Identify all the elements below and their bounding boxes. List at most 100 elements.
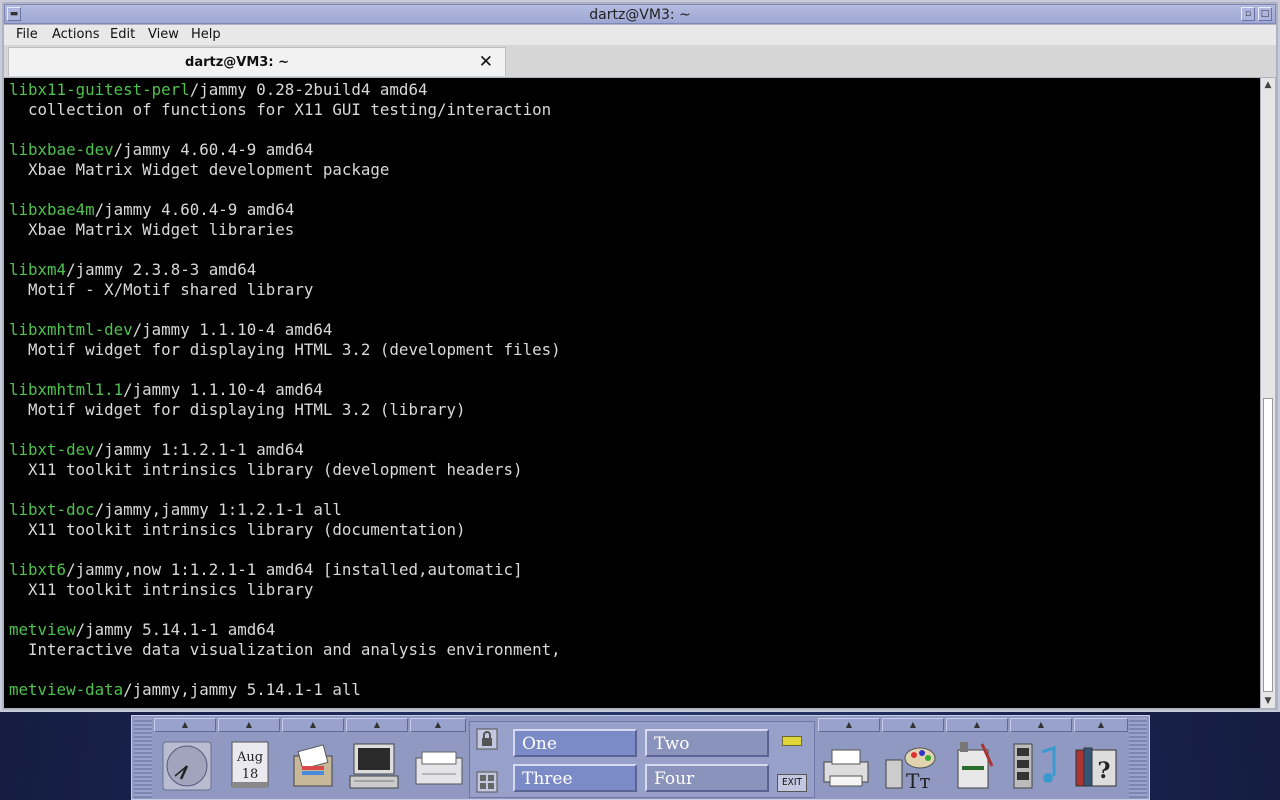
window-titlebar[interactable]: ▬ dartz@VM3: ~ ▫ □ bbox=[4, 4, 1276, 24]
terminal-line: libxt-doc/jammy,jammy 1:1.2.1-1 all bbox=[9, 500, 561, 520]
package-name: libxmhtml1.1 bbox=[9, 380, 124, 399]
line-text: /jammy 4.60.4-9 amd64 bbox=[94, 200, 295, 219]
package-name: metview bbox=[9, 620, 76, 639]
occupy-workspace-icon[interactable] bbox=[476, 771, 498, 793]
line-text bbox=[9, 480, 19, 499]
calendar-icon[interactable]: Aug 18 bbox=[224, 736, 280, 796]
terminal-line: Motif widget for displaying HTML 3.2 (li… bbox=[9, 400, 561, 420]
svg-text:Tт: Tт bbox=[906, 769, 930, 793]
subpanel-arrow-clock[interactable]: ▲ bbox=[154, 718, 216, 732]
terminal-line: Xbae Matrix Widget libraries bbox=[9, 220, 561, 240]
line-text: Interactive data visualization and analy… bbox=[9, 640, 561, 659]
workspace-two-button[interactable]: Two bbox=[645, 729, 769, 757]
subpanel-arrow-printer[interactable]: ▲ bbox=[818, 718, 880, 732]
menu-edit[interactable]: Edit bbox=[110, 27, 135, 42]
menu-actions[interactable]: Actions bbox=[52, 27, 100, 42]
subpanel-arrow-help[interactable]: ▲ bbox=[1074, 718, 1128, 732]
terminal-line bbox=[9, 240, 561, 260]
clock-icon[interactable] bbox=[160, 736, 216, 796]
busy-light-icon bbox=[782, 736, 802, 746]
printer-icon[interactable] bbox=[822, 736, 878, 796]
maximize-button[interactable]: □ bbox=[1258, 7, 1272, 21]
terminal-output[interactable]: libx11-guitest-perl/jammy 0.28-2build4 a… bbox=[4, 78, 1260, 708]
help-manager-icon[interactable]: ? bbox=[1072, 736, 1128, 796]
subpanel-arrow-mail[interactable]: ▲ bbox=[410, 718, 466, 732]
package-name: libx11-guitest-perl bbox=[9, 80, 190, 99]
scroll-down-arrow-icon[interactable]: ▼ bbox=[1261, 694, 1275, 708]
calendar-month: Aug bbox=[236, 750, 263, 765]
panel-left-handle[interactable] bbox=[134, 718, 152, 798]
line-text: /jammy 4.60.4-9 amd64 bbox=[113, 140, 314, 159]
line-text: /jammy 5.14.1-1 amd64 bbox=[75, 620, 276, 639]
package-name: libxt6 bbox=[9, 560, 67, 579]
lock-icon[interactable] bbox=[476, 728, 498, 750]
media-player-icon[interactable] bbox=[1010, 736, 1066, 796]
exit-button[interactable]: EXIT bbox=[777, 774, 807, 792]
menu-file[interactable]: File bbox=[16, 27, 38, 42]
subpanel-arrow-files[interactable]: ▲ bbox=[282, 718, 344, 732]
scroll-up-arrow-icon[interactable]: ▲ bbox=[1261, 78, 1275, 92]
line-text bbox=[9, 300, 19, 319]
terminal-line: X11 toolkit intrinsics library bbox=[9, 580, 561, 600]
mailer-icon[interactable] bbox=[414, 736, 470, 796]
workspace-three-button[interactable]: Three bbox=[513, 764, 637, 792]
package-name: libxm4 bbox=[9, 260, 67, 279]
line-text: /jammy 1:1.2.1-1 amd64 bbox=[94, 440, 304, 459]
line-text: /jammy,jammy 5.14.1-1 all bbox=[123, 680, 361, 699]
terminal-line: Motif - X/Motif shared library bbox=[9, 280, 561, 300]
workspace-four-button[interactable]: Four bbox=[645, 764, 769, 792]
terminal-line bbox=[9, 660, 561, 680]
line-text: /jammy 0.28-2build4 amd64 bbox=[189, 80, 428, 99]
terminal-line: Interactive data visualization and analy… bbox=[9, 640, 561, 660]
terminal-line: libxm4/jammy 2.3.8-3 amd64 bbox=[9, 260, 561, 280]
calendar-day: 18 bbox=[242, 767, 259, 782]
line-text: X11 toolkit intrinsics library bbox=[9, 580, 314, 599]
workspace-one-button[interactable]: One bbox=[513, 729, 637, 757]
terminal-line: collection of functions for X11 GUI test… bbox=[9, 100, 561, 120]
line-text: /jammy 2.3.8-3 amd64 bbox=[66, 260, 257, 279]
scroll-thumb[interactable] bbox=[1263, 398, 1273, 692]
terminal-line: X11 toolkit intrinsics library (developm… bbox=[9, 460, 561, 480]
package-name: libxt-dev bbox=[9, 440, 95, 459]
line-text: /jammy 1.1.10-4 amd64 bbox=[123, 380, 323, 399]
style-manager-icon[interactable]: Tт bbox=[884, 736, 940, 796]
package-name: metview-data bbox=[9, 680, 124, 699]
terminal-line bbox=[9, 300, 561, 320]
text-editor-icon[interactable] bbox=[948, 736, 1004, 796]
terminal-line bbox=[9, 180, 561, 200]
line-text: collection of functions for X11 GUI test… bbox=[9, 100, 552, 119]
terminal-line bbox=[9, 480, 561, 500]
package-name: libxbae-dev bbox=[9, 140, 114, 159]
file-manager-icon[interactable] bbox=[286, 736, 342, 796]
subpanel-arrow-style[interactable]: ▲ bbox=[882, 718, 944, 732]
line-text: Motif - X/Motif shared library bbox=[9, 280, 314, 299]
terminal-computer-icon[interactable] bbox=[348, 736, 404, 796]
terminal-line bbox=[9, 360, 561, 380]
terminal-line: Motif widget for displaying HTML 3.2 (de… bbox=[9, 340, 561, 360]
line-text: /jammy,now 1:1.2.1-1 amd64 [installed,au… bbox=[66, 560, 523, 579]
line-text: Motif widget for displaying HTML 3.2 (li… bbox=[9, 400, 466, 419]
subpanel-arrow-editor[interactable]: ▲ bbox=[946, 718, 1008, 732]
tab-terminal[interactable]: dartz@VM3: ~ ✕ bbox=[8, 47, 506, 76]
menu-view[interactable]: View bbox=[148, 27, 179, 42]
panel-right-handle[interactable] bbox=[1129, 718, 1147, 798]
line-text bbox=[9, 120, 19, 139]
close-icon[interactable]: ✕ bbox=[479, 52, 493, 72]
minimize-button[interactable]: ▫ bbox=[1241, 7, 1255, 21]
subpanel-arrow-media[interactable]: ▲ bbox=[1010, 718, 1072, 732]
subpanel-arrow-apps[interactable]: ▲ bbox=[346, 718, 408, 732]
workspace-switch: One Two Three Four EXIT bbox=[469, 721, 815, 798]
line-text bbox=[9, 420, 19, 439]
terminal-line: metview/jammy 5.14.1-1 amd64 bbox=[9, 620, 561, 640]
line-text: Xbae Matrix Widget libraries bbox=[9, 220, 295, 239]
menu-help[interactable]: Help bbox=[191, 27, 221, 42]
terminal-line: libxbae-dev/jammy 4.60.4-9 amd64 bbox=[9, 140, 561, 160]
package-name: libxmhtml-dev bbox=[9, 320, 133, 339]
vertical-scrollbar[interactable]: ▲ ▼ bbox=[1261, 78, 1275, 708]
line-text bbox=[9, 360, 19, 379]
line-text: X11 toolkit intrinsics library (developm… bbox=[9, 460, 523, 479]
tab-bar: dartz@VM3: ~ ✕ bbox=[4, 45, 1276, 77]
subpanel-arrow-calendar[interactable]: ▲ bbox=[218, 718, 280, 732]
line-text bbox=[9, 180, 19, 199]
line-text bbox=[9, 600, 19, 619]
